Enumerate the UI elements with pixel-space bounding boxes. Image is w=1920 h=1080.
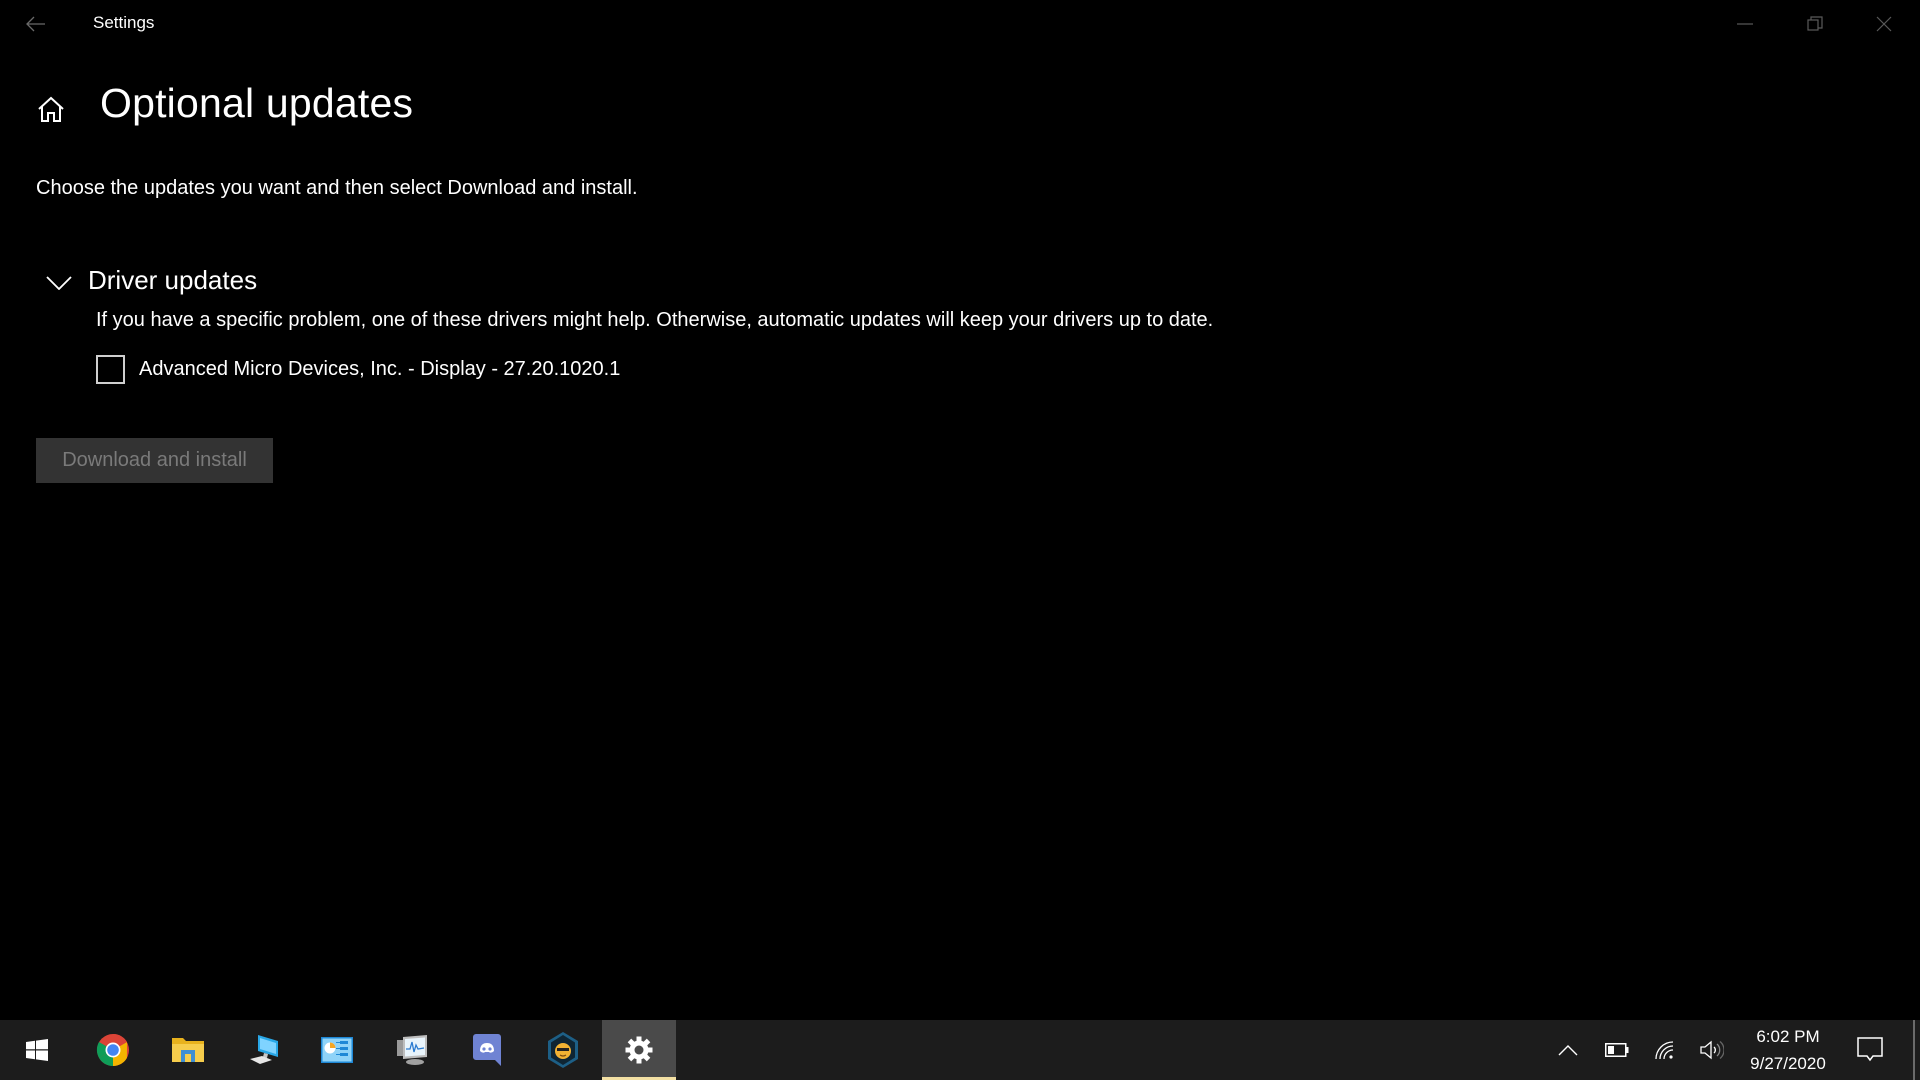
notification-icon — [1857, 1037, 1883, 1062]
taskbar-settings[interactable] — [602, 1020, 676, 1080]
shield-icon — [548, 1032, 578, 1068]
home-button[interactable] — [34, 92, 68, 126]
back-arrow-icon — [26, 16, 45, 32]
taskbar-chrome[interactable] — [76, 1020, 150, 1080]
chrome-icon — [96, 1033, 129, 1066]
close-button[interactable] — [1850, 0, 1918, 48]
performance-monitor-icon — [397, 1035, 427, 1065]
show-desktop-button[interactable] — [1912, 1020, 1920, 1080]
folder-icon — [172, 1038, 204, 1062]
show-hidden-icons-button[interactable] — [1550, 1020, 1586, 1080]
discord-icon — [473, 1034, 501, 1066]
driver-updates-toggle[interactable]: Driver updates — [44, 262, 257, 298]
intro-text: Choose the updates you want and then sel… — [36, 177, 638, 199]
restore-button[interactable] — [1781, 0, 1849, 48]
taskbar-performance-monitor[interactable] — [375, 1020, 449, 1080]
wifi-icon — [1655, 1041, 1674, 1060]
gear-icon — [625, 1036, 653, 1064]
back-button[interactable] — [18, 8, 54, 40]
minimize-icon — [1737, 23, 1753, 25]
battery-button[interactable] — [1598, 1020, 1636, 1080]
chevron-up-icon — [1558, 1045, 1578, 1056]
home-icon — [38, 96, 64, 122]
windows-logo-icon — [26, 1039, 48, 1061]
page-title: Optional updates — [100, 80, 414, 126]
driver-label: Advanced Micro Devices, Inc. - Display -… — [139, 358, 621, 380]
chevron-down-icon — [44, 268, 74, 298]
download-and-install-button[interactable]: Download and install — [36, 438, 273, 483]
taskbar: 6:02 PM 9/27/2020 — [0, 1020, 1920, 1080]
taskbar-control-panel[interactable] — [300, 1020, 374, 1080]
computer-icon — [250, 1035, 278, 1064]
action-center-button[interactable] — [1848, 1020, 1892, 1080]
section-heading: Driver updates — [88, 264, 258, 295]
taskbar-file-explorer[interactable] — [151, 1020, 225, 1080]
volume-icon — [1700, 1040, 1724, 1060]
clock-time: 6:02 PM — [1756, 1027, 1820, 1046]
taskbar-discord[interactable] — [450, 1020, 524, 1080]
control-panel-icon — [321, 1037, 353, 1063]
taskbar-this-pc[interactable] — [226, 1020, 300, 1080]
driver-checkbox[interactable] — [96, 355, 125, 384]
battery-icon — [1605, 1043, 1629, 1057]
section-description: If you have a specific problem, one of t… — [96, 309, 1214, 331]
network-button[interactable] — [1646, 1020, 1684, 1080]
restore-icon — [1807, 16, 1823, 31]
start-button[interactable] — [0, 1020, 74, 1080]
app-title: Settings — [93, 13, 155, 32]
clock-date: 9/27/2020 — [1750, 1054, 1826, 1073]
close-icon — [1876, 16, 1892, 32]
minimize-button[interactable] — [1711, 0, 1779, 48]
clock[interactable]: 6:02 PM 9/27/2020 — [1740, 1020, 1836, 1080]
taskbar-security-app[interactable] — [526, 1020, 600, 1080]
driver-item[interactable]: Advanced Micro Devices, Inc. - Display -… — [96, 355, 620, 384]
volume-button[interactable] — [1693, 1020, 1731, 1080]
